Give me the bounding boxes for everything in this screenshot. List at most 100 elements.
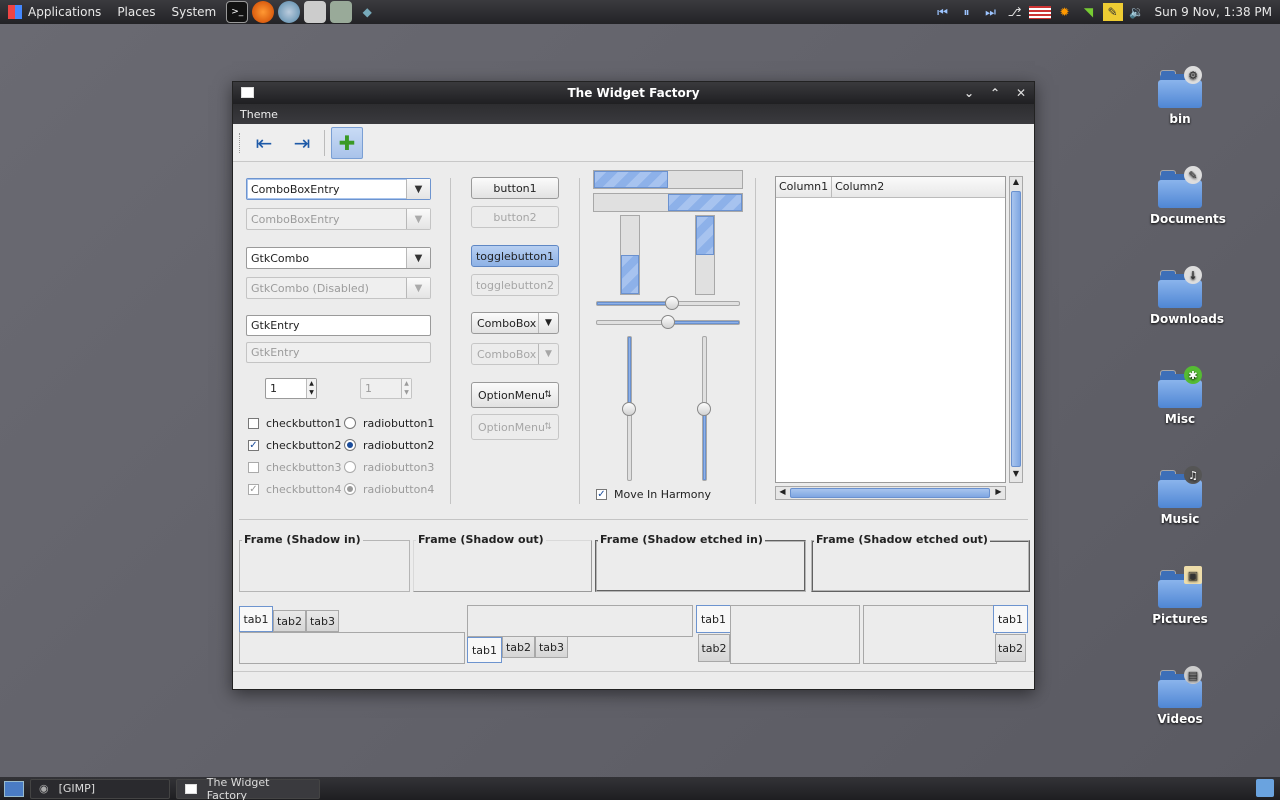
terminal-icon[interactable]: >_ <box>226 1 249 23</box>
button1[interactable]: button1 <box>471 177 559 199</box>
column1-header[interactable]: Column1 <box>776 177 833 197</box>
files-icon[interactable] <box>304 1 327 23</box>
combo-box-entry[interactable]: ComboBoxEntry ▼ <box>246 178 431 200</box>
vertical-scrollbar-thumb[interactable] <box>1011 191 1021 467</box>
hscale-2-knob[interactable] <box>661 315 675 329</box>
desktop-icon-videos[interactable]: ▤ Videos <box>1150 666 1210 726</box>
vscale-fill <box>628 337 631 409</box>
task-widget-factory-label: The Widget Factory <box>206 775 270 800</box>
window-icon[interactable] <box>241 87 254 98</box>
optionmenu-button[interactable]: OptionMenu ⇅ <box>471 382 559 408</box>
move-in-harmony-checkbox[interactable]: ✓ <box>596 489 607 500</box>
wifi-icon[interactable]: ◥ <box>1079 3 1099 21</box>
firefox-icon[interactable] <box>252 1 275 23</box>
radiobutton2-label[interactable]: radiobutton2 <box>363 439 434 452</box>
desktop-icon-documents[interactable]: ✎ Documents <box>1150 166 1226 226</box>
trash-icon[interactable] <box>1256 779 1274 797</box>
maximize-icon[interactable]: ⌃ <box>986 84 1004 102</box>
tab-left-2[interactable]: tab2 <box>698 634 730 662</box>
window-titlebar[interactable]: The Widget Factory ⌄ ⌃ ✕ <box>233 82 1034 104</box>
show-desktop-icon[interactable] <box>4 780 24 797</box>
media-previous-icon[interactable]: ⏮ <box>933 3 953 21</box>
chevron-down-icon[interactable]: ▼ <box>406 179 430 199</box>
desktop-icon-pictures[interactable]: ▣ Pictures <box>1150 566 1210 626</box>
desktop-icon-downloads[interactable]: ↓ Downloads <box>1150 266 1224 326</box>
progressbar-fill <box>594 171 668 188</box>
gtk-combo[interactable]: GtkCombo ▼ <box>246 247 431 269</box>
tab-right-2[interactable]: tab2 <box>995 634 1026 662</box>
horizontal-scrollbar[interactable]: ◀ ▶ <box>775 486 1006 500</box>
desktop-icon-bin[interactable]: ⚙ bin <box>1150 66 1210 126</box>
desktop-icon-misc[interactable]: ✱ Misc <box>1150 366 1210 426</box>
add-icon[interactable]: ✚ <box>331 126 363 159</box>
notes-icon[interactable]: ✎ <box>1102 3 1123 21</box>
tab-left-1[interactable]: tab1 <box>696 605 731 633</box>
scroll-down-icon[interactable]: ▼ <box>1010 469 1022 482</box>
radiobutton1-circle[interactable] <box>344 417 356 429</box>
desktop-icon-music[interactable]: ♫ Music <box>1150 466 1210 526</box>
drop-icon[interactable]: ◆ <box>356 1 378 23</box>
folder-icon: ↓ <box>1158 266 1202 308</box>
tab-bottom-1[interactable]: tab1 <box>467 637 502 663</box>
task-widget-factory[interactable]: The Widget Factory <box>176 775 320 800</box>
hscale-1-knob[interactable] <box>665 296 680 310</box>
volume-icon[interactable]: 🔉 <box>1127 3 1147 21</box>
tab-top-2[interactable]: tab2 <box>273 610 306 632</box>
spin-button[interactable]: 1 ▲ ▼ <box>265 378 317 399</box>
horizontal-scrollbar-thumb[interactable] <box>790 488 990 498</box>
system-menu[interactable]: System <box>163 0 224 24</box>
combobox-button-disabled: ComboBox ▼ <box>471 343 559 365</box>
task-gimp[interactable]: ◉ [GIMP] <box>30 778 170 799</box>
chevron-down-icon[interactable]: ▼ <box>538 313 558 333</box>
weather-sun-icon[interactable]: ✹ <box>1055 3 1075 21</box>
togglebutton1[interactable]: togglebutton1 <box>471 245 559 267</box>
keyboard-icon[interactable]: ⎇ <box>1005 3 1025 21</box>
checkbutton2-box[interactable]: ✓ <box>248 440 259 451</box>
spin-button-disabled: 1 ▲ ▼ <box>360 378 412 399</box>
tree-view[interactable]: Column1 Column2 <box>775 176 1006 483</box>
hscale-1[interactable] <box>596 296 740 310</box>
radiobutton2-circle[interactable] <box>344 439 356 451</box>
go-last-icon[interactable]: ⇥ <box>286 127 318 159</box>
tab-top-3[interactable]: tab3 <box>306 610 339 632</box>
vscale-2[interactable] <box>697 336 711 481</box>
go-first-icon[interactable]: ⇤ <box>248 127 280 159</box>
tab-bottom-3[interactable]: tab3 <box>535 636 568 658</box>
frame-shadow-out-title: Frame (Shadow out) <box>416 533 546 546</box>
places-menu[interactable]: Places <box>109 0 163 24</box>
vscale-1-knob[interactable] <box>622 401 636 416</box>
column2-header[interactable]: Column2 <box>832 177 887 197</box>
tab-bottom-2[interactable]: tab2 <box>502 636 535 658</box>
tab-right-1[interactable]: tab1 <box>993 605 1028 633</box>
updown-arrows-icon[interactable]: ⇅ <box>538 383 558 407</box>
gtk-entry[interactable]: GtkEntry <box>246 315 431 336</box>
checkbutton1-box[interactable] <box>248 418 259 429</box>
combobox-button[interactable]: ComboBox ▼ <box>471 312 559 334</box>
hscale-2[interactable] <box>596 315 740 329</box>
chevron-down-icon[interactable]: ▼ <box>406 248 430 268</box>
minimize-icon[interactable]: ⌄ <box>960 84 978 102</box>
package-icon[interactable] <box>330 1 353 23</box>
vscale-2-knob[interactable] <box>697 401 711 416</box>
move-in-harmony-label[interactable]: Move In Harmony <box>614 488 711 501</box>
scroll-left-icon[interactable]: ◀ <box>776 487 789 499</box>
close-icon[interactable]: ✕ <box>1012 84 1030 102</box>
media-next-icon[interactable]: ⏭ <box>981 3 1001 21</box>
clock[interactable]: Sun 9 Nov, 1:38 PM <box>1155 5 1273 19</box>
toolbar-grip[interactable] <box>239 132 242 153</box>
scroll-up-icon[interactable]: ▲ <box>1010 177 1022 190</box>
spin-arrows-icon[interactable]: ▲ ▼ <box>306 379 316 398</box>
checkbutton1-label[interactable]: checkbutton1 <box>266 417 342 430</box>
scroll-right-icon[interactable]: ▶ <box>992 487 1005 499</box>
frame-shadow-in <box>239 540 410 592</box>
media-pause-icon[interactable]: ⏸ <box>957 3 977 21</box>
us-flag-icon[interactable] <box>1028 5 1051 19</box>
radiobutton1-label[interactable]: radiobutton1 <box>363 417 434 430</box>
thunderbird-icon[interactable] <box>278 1 301 23</box>
vertical-scrollbar[interactable]: ▲ ▼ <box>1009 176 1023 483</box>
vscale-1[interactable] <box>622 336 636 481</box>
checkbutton2-label[interactable]: checkbutton2 <box>266 439 342 452</box>
theme-menu[interactable]: Theme <box>240 108 278 121</box>
applications-menu[interactable]: Applications <box>0 0 109 24</box>
tab-top-1[interactable]: tab1 <box>239 606 273 632</box>
